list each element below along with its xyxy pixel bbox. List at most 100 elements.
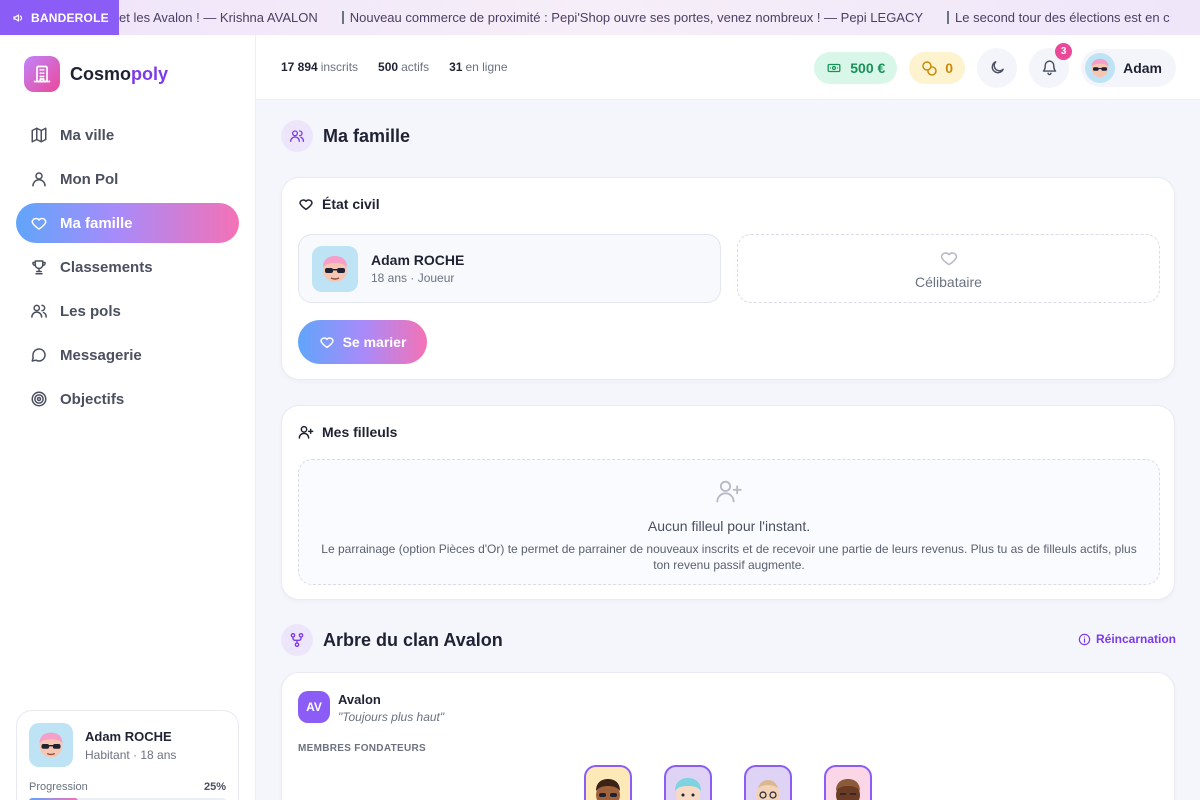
sidebar-item-label: Ma ville: [60, 126, 115, 144]
sidebar-item-les-pols[interactable]: Les pols: [16, 291, 239, 331]
user-plus-icon: [716, 480, 742, 503]
civil-status-card: État civil Adam ROCHE 18 ans · Joueur Cé…: [281, 177, 1175, 380]
stat-active: 500 actifs: [378, 60, 430, 74]
banner-tag: BANDEROLE: [0, 0, 119, 35]
empty-title: Aucun filleul pour l'instant.: [647, 518, 811, 534]
top-header: 17 894 inscrits 500 actifs 31 en ligne 500 …: [256, 35, 1200, 100]
marry-button-label: Se marier: [342, 334, 407, 350]
moon-icon: [991, 61, 1004, 74]
banner-item: Le second tour des élections est en c: [947, 10, 1194, 25]
sidebar-item-mon-pol[interactable]: Mon Pol: [16, 159, 239, 199]
clan-motto: "Toujours plus haut": [338, 710, 445, 724]
founder-avatar[interactable]: [824, 765, 872, 800]
banner-tag-label: BANDEROLE: [31, 10, 109, 25]
player-subtitle: 18 ans · Joueur: [371, 271, 455, 285]
marital-status: Célibataire: [915, 273, 982, 290]
profile-subtitle: Habitant · 18 ans: [85, 747, 177, 762]
banner-item: Nouveau commerce de proximité : Pepi'Sho…: [341, 10, 947, 25]
notification-count-badge: 3: [1055, 42, 1073, 60]
clan-card: AV Avalon "Toujours plus haut" MEMBRES F…: [281, 672, 1175, 800]
sidebar-item-label: Messagerie: [60, 346, 142, 364]
money-amount: 500 €: [850, 59, 886, 76]
founders-list: [584, 765, 872, 800]
sidebar-item-label: Les pols: [60, 302, 121, 320]
founder-avatar[interactable]: [584, 765, 632, 800]
gold-balance[interactable]: 0: [909, 51, 966, 84]
megaphone-icon: [13, 13, 23, 22]
sidebar-item-label: Classements: [60, 258, 153, 276]
sidebar-item-label: Mon Pol: [60, 170, 119, 188]
banner-separator: [341, 11, 344, 24]
banner-item: et les Avalon ! — Krishna AVALON: [119, 10, 342, 25]
bell-icon: [1042, 60, 1056, 76]
notifications-button[interactable]: 3: [1029, 42, 1073, 88]
server-stats: 17 894 inscrits 500 actifs 31 en ligne: [281, 60, 508, 74]
stat-registered: 17 894 inscrits: [281, 60, 359, 74]
sidebar-item-ma-famille[interactable]: Ma famille: [16, 203, 239, 243]
reincarnation-link[interactable]: Réincarnation: [1078, 632, 1176, 646]
user-name: Adam: [1123, 59, 1162, 76]
money-balance[interactable]: 500 €: [814, 51, 898, 84]
civil-status-heading: État civil: [298, 196, 380, 212]
partner-slot: Célibataire: [737, 234, 1160, 303]
info-icon: [1078, 633, 1091, 645]
users-icon: [31, 304, 47, 318]
trophy-icon: [32, 260, 46, 275]
sidebar-item-label: Ma famille: [60, 214, 133, 232]
empty-description: Le parrainage (option Pièces d'Or) te pe…: [321, 542, 1137, 572]
founder-avatar[interactable]: [664, 765, 712, 800]
theme-toggle-button[interactable]: [977, 47, 1018, 88]
banknote-icon: [827, 63, 841, 72]
progress-label: Progression: [29, 781, 88, 793]
main-content: Ma famille État civil Adam ROCHE 18 ans …: [256, 100, 1200, 800]
founder-avatar[interactable]: [744, 765, 792, 800]
user-menu-button[interactable]: Adam: [1081, 48, 1176, 87]
player-name: Adam ROCHE: [371, 252, 465, 268]
clan-tree-title: Arbre du clan Avalon: [281, 624, 503, 656]
chat-icon: [31, 348, 46, 362]
target-icon: [31, 391, 47, 407]
clan-name: Avalon: [338, 692, 381, 707]
building-icon: [24, 56, 60, 92]
heart-icon: [31, 217, 47, 230]
map-icon: [31, 127, 47, 143]
sidebar-item-objectifs[interactable]: Objectifs: [16, 379, 239, 419]
banner-item-text: Le second tour des élections est en c: [955, 10, 1170, 25]
player-identity[interactable]: Adam ROCHE 18 ans · Joueur: [298, 234, 721, 303]
progress-value: 25%: [203, 781, 226, 793]
avatar: [1085, 52, 1116, 83]
banner-separator: [947, 11, 950, 24]
sidebar-item-label: Objectifs: [60, 390, 125, 408]
coins-icon: [922, 60, 937, 76]
sidebar-item-messagerie[interactable]: Messagerie: [16, 335, 239, 375]
avatar: [312, 245, 358, 292]
sidebar: Cosmopoly Ma ville Mon Pol Ma famille Cl…: [0, 35, 256, 800]
app-name: Cosmopoly: [70, 63, 169, 84]
gold-amount: 0: [945, 59, 954, 76]
godchildren-empty-state: Aucun filleul pour l'instant. Le parrain…: [298, 459, 1160, 585]
page-title: Ma famille: [281, 120, 410, 152]
user-icon: [32, 172, 46, 187]
heart-outline-icon: [940, 251, 957, 265]
users-icon: [281, 120, 313, 152]
banner-item-text: et les Avalon ! — Krishna AVALON: [119, 10, 318, 25]
avatar: [29, 723, 73, 767]
news-banner: BANDEROLE et les Avalon ! — Krishna AVAL…: [0, 0, 1200, 35]
app-logo[interactable]: Cosmopoly: [24, 56, 168, 92]
godchildren-heading: Mes filleuls: [298, 424, 397, 440]
marry-button[interactable]: Se marier: [298, 320, 427, 364]
heart-icon: [299, 199, 313, 211]
profile-card[interactable]: Adam ROCHE Habitant · 18 ans Progression…: [16, 710, 239, 800]
clan-badge: AV: [298, 691, 330, 723]
git-fork-icon: [281, 624, 313, 656]
sidebar-nav: Ma ville Mon Pol Ma famille Classements …: [16, 115, 239, 423]
heart-icon: [319, 337, 334, 349]
page-title-text: Ma famille: [323, 125, 411, 146]
sidebar-item-classements[interactable]: Classements: [16, 247, 239, 287]
sidebar-item-ma-ville[interactable]: Ma ville: [16, 115, 239, 155]
user-plus-icon: [298, 425, 314, 439]
banner-ticker: et les Avalon ! — Krishna AVALON Nouveau…: [119, 10, 1194, 25]
banner-item-text: Nouveau commerce de proximité : Pepi'Sho…: [349, 10, 924, 25]
profile-name: Adam ROCHE: [85, 728, 172, 744]
godchildren-card: Mes filleuls Aucun filleul pour l'instan…: [281, 405, 1175, 600]
